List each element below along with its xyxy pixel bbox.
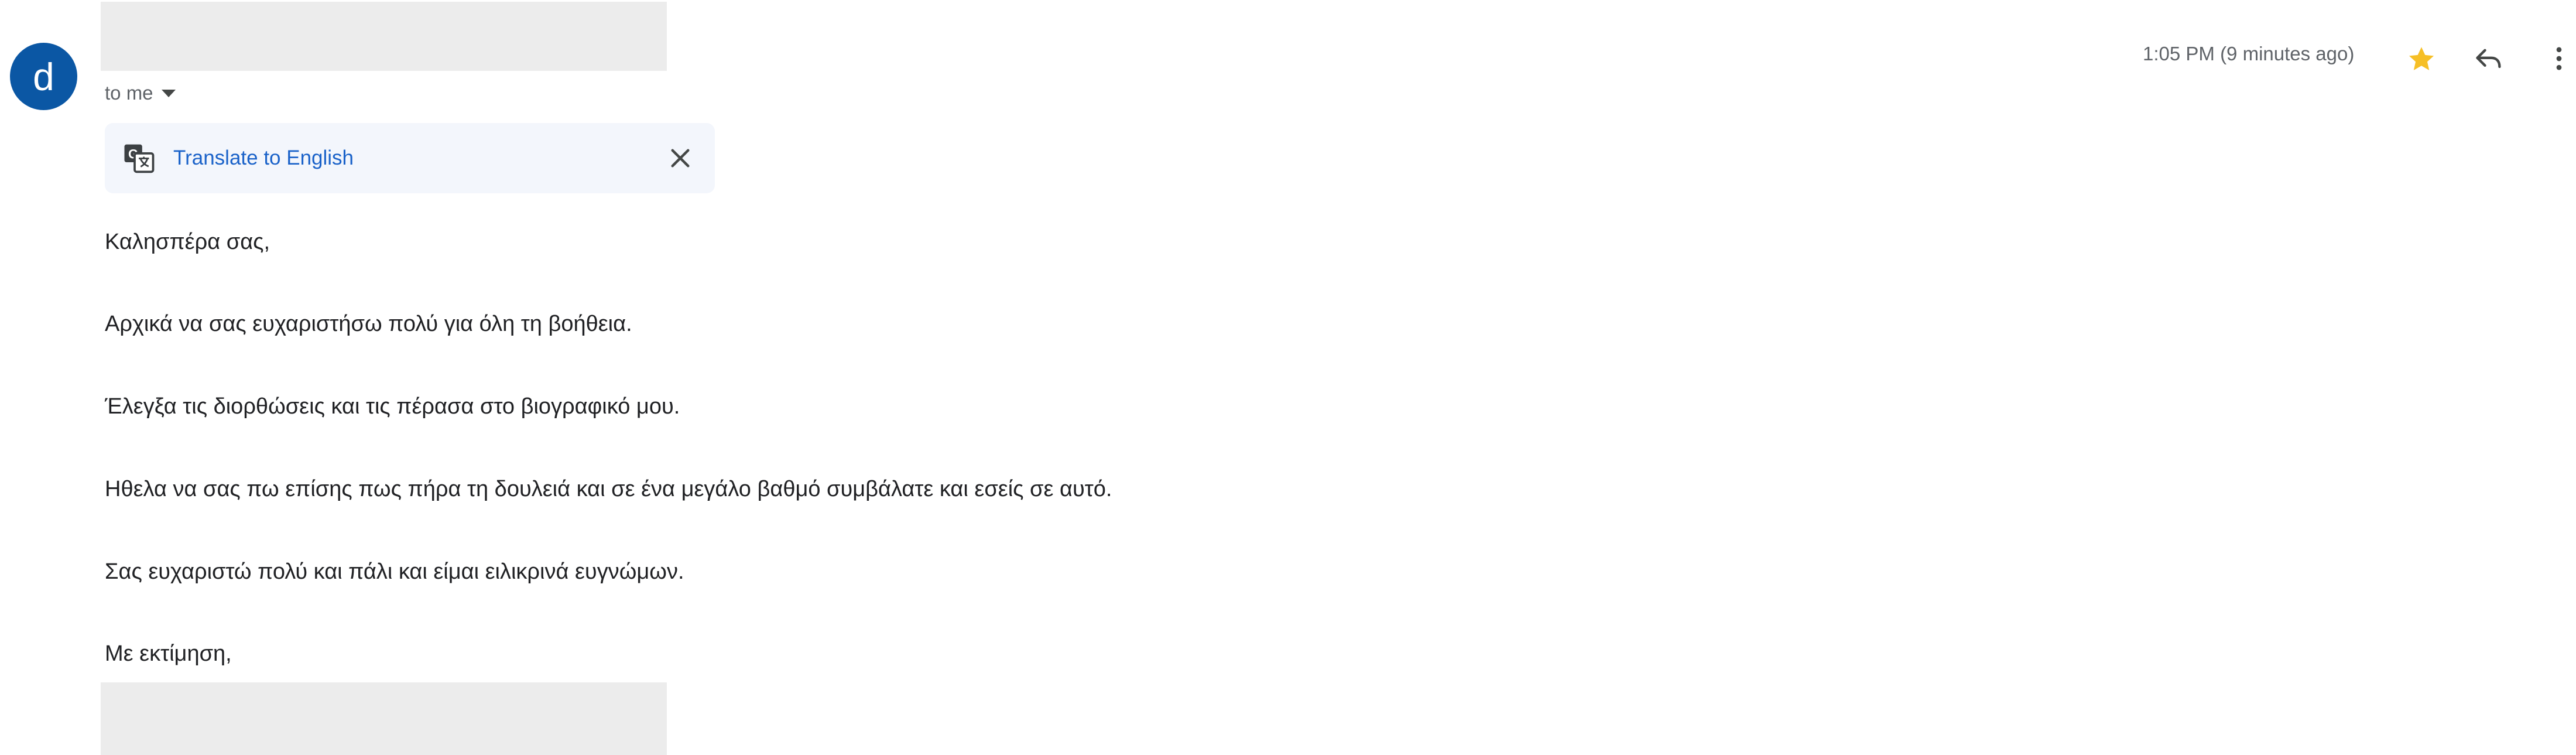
redacted-signature xyxy=(101,682,667,755)
message-line: Ηθελα να σας πω επίσης πως πήρα τη δουλε… xyxy=(105,477,1112,501)
translate-banner: G Translate to English xyxy=(105,123,715,193)
message-closing: Με εκτίμηση, xyxy=(105,641,232,666)
close-icon[interactable] xyxy=(669,146,692,170)
message-line: Αρχικά να σας ευχαριστήσω πολύ για όλη τ… xyxy=(105,312,632,336)
recipient-details-toggle[interactable]: to me xyxy=(105,80,176,106)
more-vert-icon[interactable] xyxy=(2544,42,2574,75)
message-greeting: Καλησπέρα σας, xyxy=(105,230,270,254)
message-line: Σας ευχαριστώ πολύ και πάλι και είμαι ει… xyxy=(105,559,684,584)
chevron-down-icon xyxy=(161,89,176,97)
avatar-letter: d xyxy=(33,54,54,98)
sender-avatar[interactable]: d xyxy=(10,43,77,110)
translate-icon: G xyxy=(124,144,155,173)
translate-to-english-link[interactable]: Translate to English xyxy=(173,145,354,171)
reply-icon[interactable] xyxy=(2474,44,2504,74)
recipient-label: to me xyxy=(105,82,153,104)
email-message-view: d to me G Translate to English 1:05 PM (… xyxy=(0,0,2576,755)
star-icon[interactable] xyxy=(2406,44,2437,74)
message-timestamp: 1:05 PM (9 minutes ago) xyxy=(2143,43,2355,64)
message-line: Έλεγξα τις διορθώσεις και τις πέρασα στο… xyxy=(105,394,680,419)
redacted-sender-name xyxy=(101,2,667,71)
